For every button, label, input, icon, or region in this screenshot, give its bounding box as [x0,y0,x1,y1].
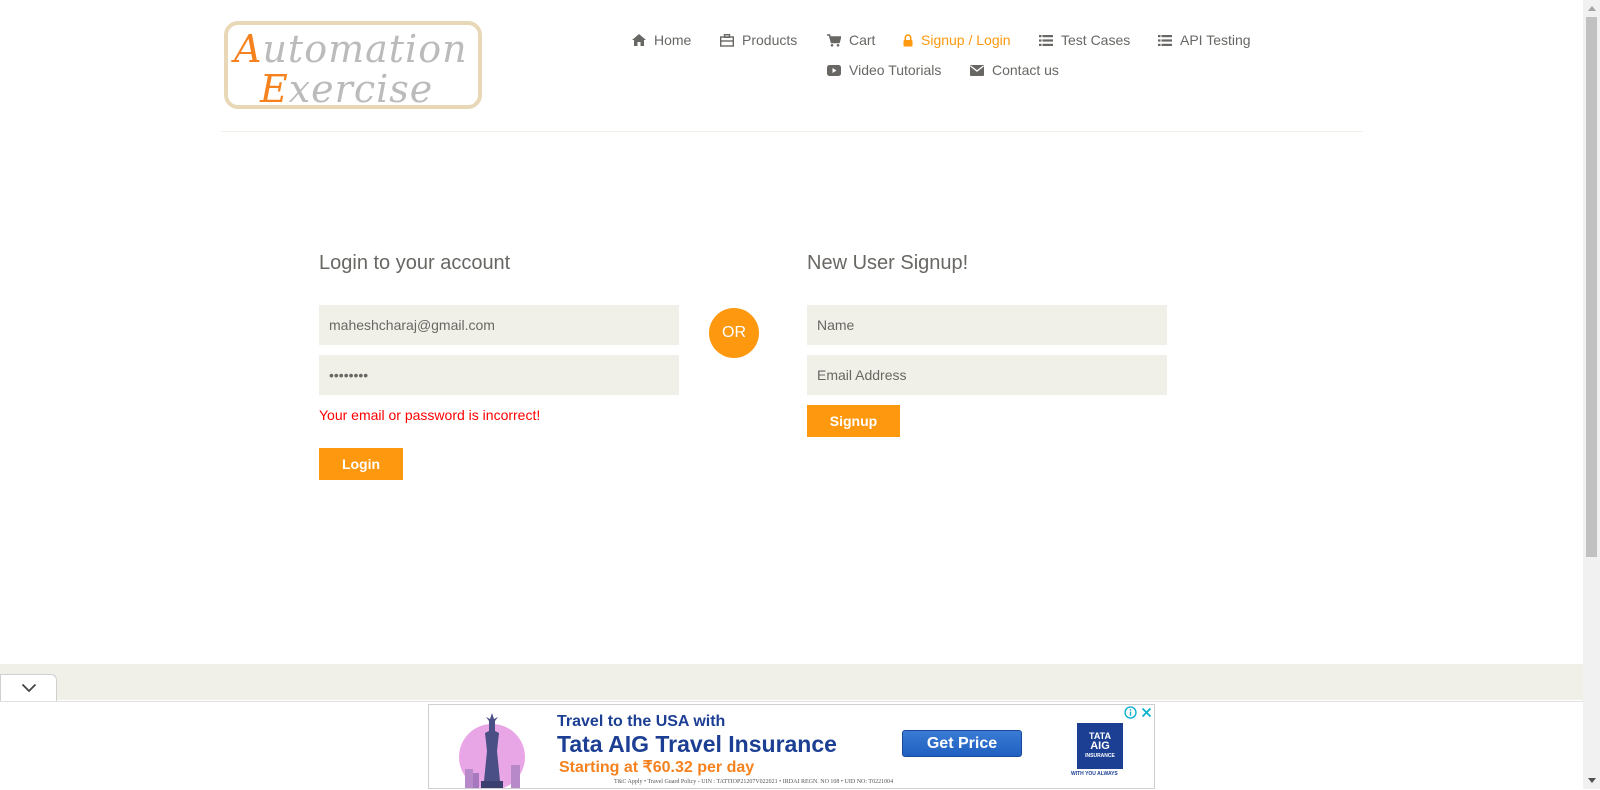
nav-api-testing-label: API Testing [1180,32,1251,48]
ad-close-icon[interactable] [1140,706,1153,719]
signup-email-input[interactable] [807,355,1167,395]
nav-video-tutorials-label: Video Tutorials [849,62,942,78]
tata-aig-logo: TATA AIG INSURANCE [1077,723,1123,769]
ad-logo-line3: INSURANCE [1085,753,1115,759]
nav-signup-login-label: Signup / Login [921,32,1011,48]
ad-info-icon[interactable] [1124,706,1137,719]
ad-line1-usa: USA [655,713,689,730]
logo-cap-a: A [234,27,263,71]
login-email-input[interactable] [319,305,679,345]
nav-home[interactable]: Home [632,32,691,48]
ad-banner[interactable]: Travel to the USA with Tata AIG Travel I… [428,704,1155,789]
cart-icon [827,33,841,47]
nav-video-tutorials[interactable]: Video Tutorials [827,62,941,78]
ad-logo-tagline: WITH YOU ALWAYS [1071,771,1118,777]
ad-logo-line2: AIG [1090,740,1110,752]
signup-name-input[interactable] [807,305,1167,345]
or-divider-badge: OR [709,308,759,358]
nav-api-testing[interactable]: API Testing [1158,32,1251,48]
products-icon [720,33,734,47]
list-icon [1158,34,1172,46]
login-title: Login to your account [319,252,511,274]
ad-headline: Tata AIG Travel Insurance [557,731,837,757]
home-icon [632,34,646,46]
login-error-message: Your email or password is incorrect! [319,407,541,423]
chevron-down-icon [21,683,36,693]
nav-cart[interactable]: Cart [827,32,875,48]
scroll-down-arrow-icon[interactable] [1583,772,1600,789]
lock-icon [903,33,913,46]
ad-collapse-toggle[interactable] [0,674,57,701]
login-password-input[interactable] [319,355,679,395]
nav-contact-us-label: Contact us [992,62,1059,78]
nav-products-label: Products [742,32,798,48]
ad-line1-c: with [688,713,726,730]
logo-cap-e: E [260,67,289,111]
signup-button[interactable]: Signup [807,405,900,437]
youtube-play-icon [827,64,841,76]
footer-band [208,664,1583,700]
nav-signup-login[interactable]: Signup / Login [903,32,1011,48]
nav-cart-label: Cart [849,32,876,48]
ad-get-price-button[interactable]: Get Price [902,730,1022,757]
scroll-up-arrow-icon[interactable] [1583,0,1600,17]
login-button[interactable]: Login [319,448,403,480]
ad-line1-a: Travel to the [557,713,656,730]
nav-home-label: Home [654,32,692,48]
signup-title: New User Signup! [807,252,969,274]
site-logo[interactable]: Automation Exercise [224,21,482,111]
statue-of-liberty-image [459,713,525,788]
logo-text-exercise: xercise [288,67,434,111]
nav-products[interactable]: Products [720,32,797,48]
envelope-icon [970,64,984,76]
logo-text-automation: utomation [262,27,468,71]
header-divider [221,131,1363,132]
ad-fine-print: T&C Apply • Travel Guard Policy - UIN : … [614,779,894,785]
nav-contact-us[interactable]: Contact us [970,62,1059,78]
scrollbar-thumb[interactable] [1586,17,1597,557]
list-icon [1039,34,1053,46]
nav-test-cases-label: Test Cases [1061,32,1131,48]
ad-price-line: Starting at ₹60.32 per day [559,759,755,776]
nav-test-cases[interactable]: Test Cases [1039,32,1130,48]
